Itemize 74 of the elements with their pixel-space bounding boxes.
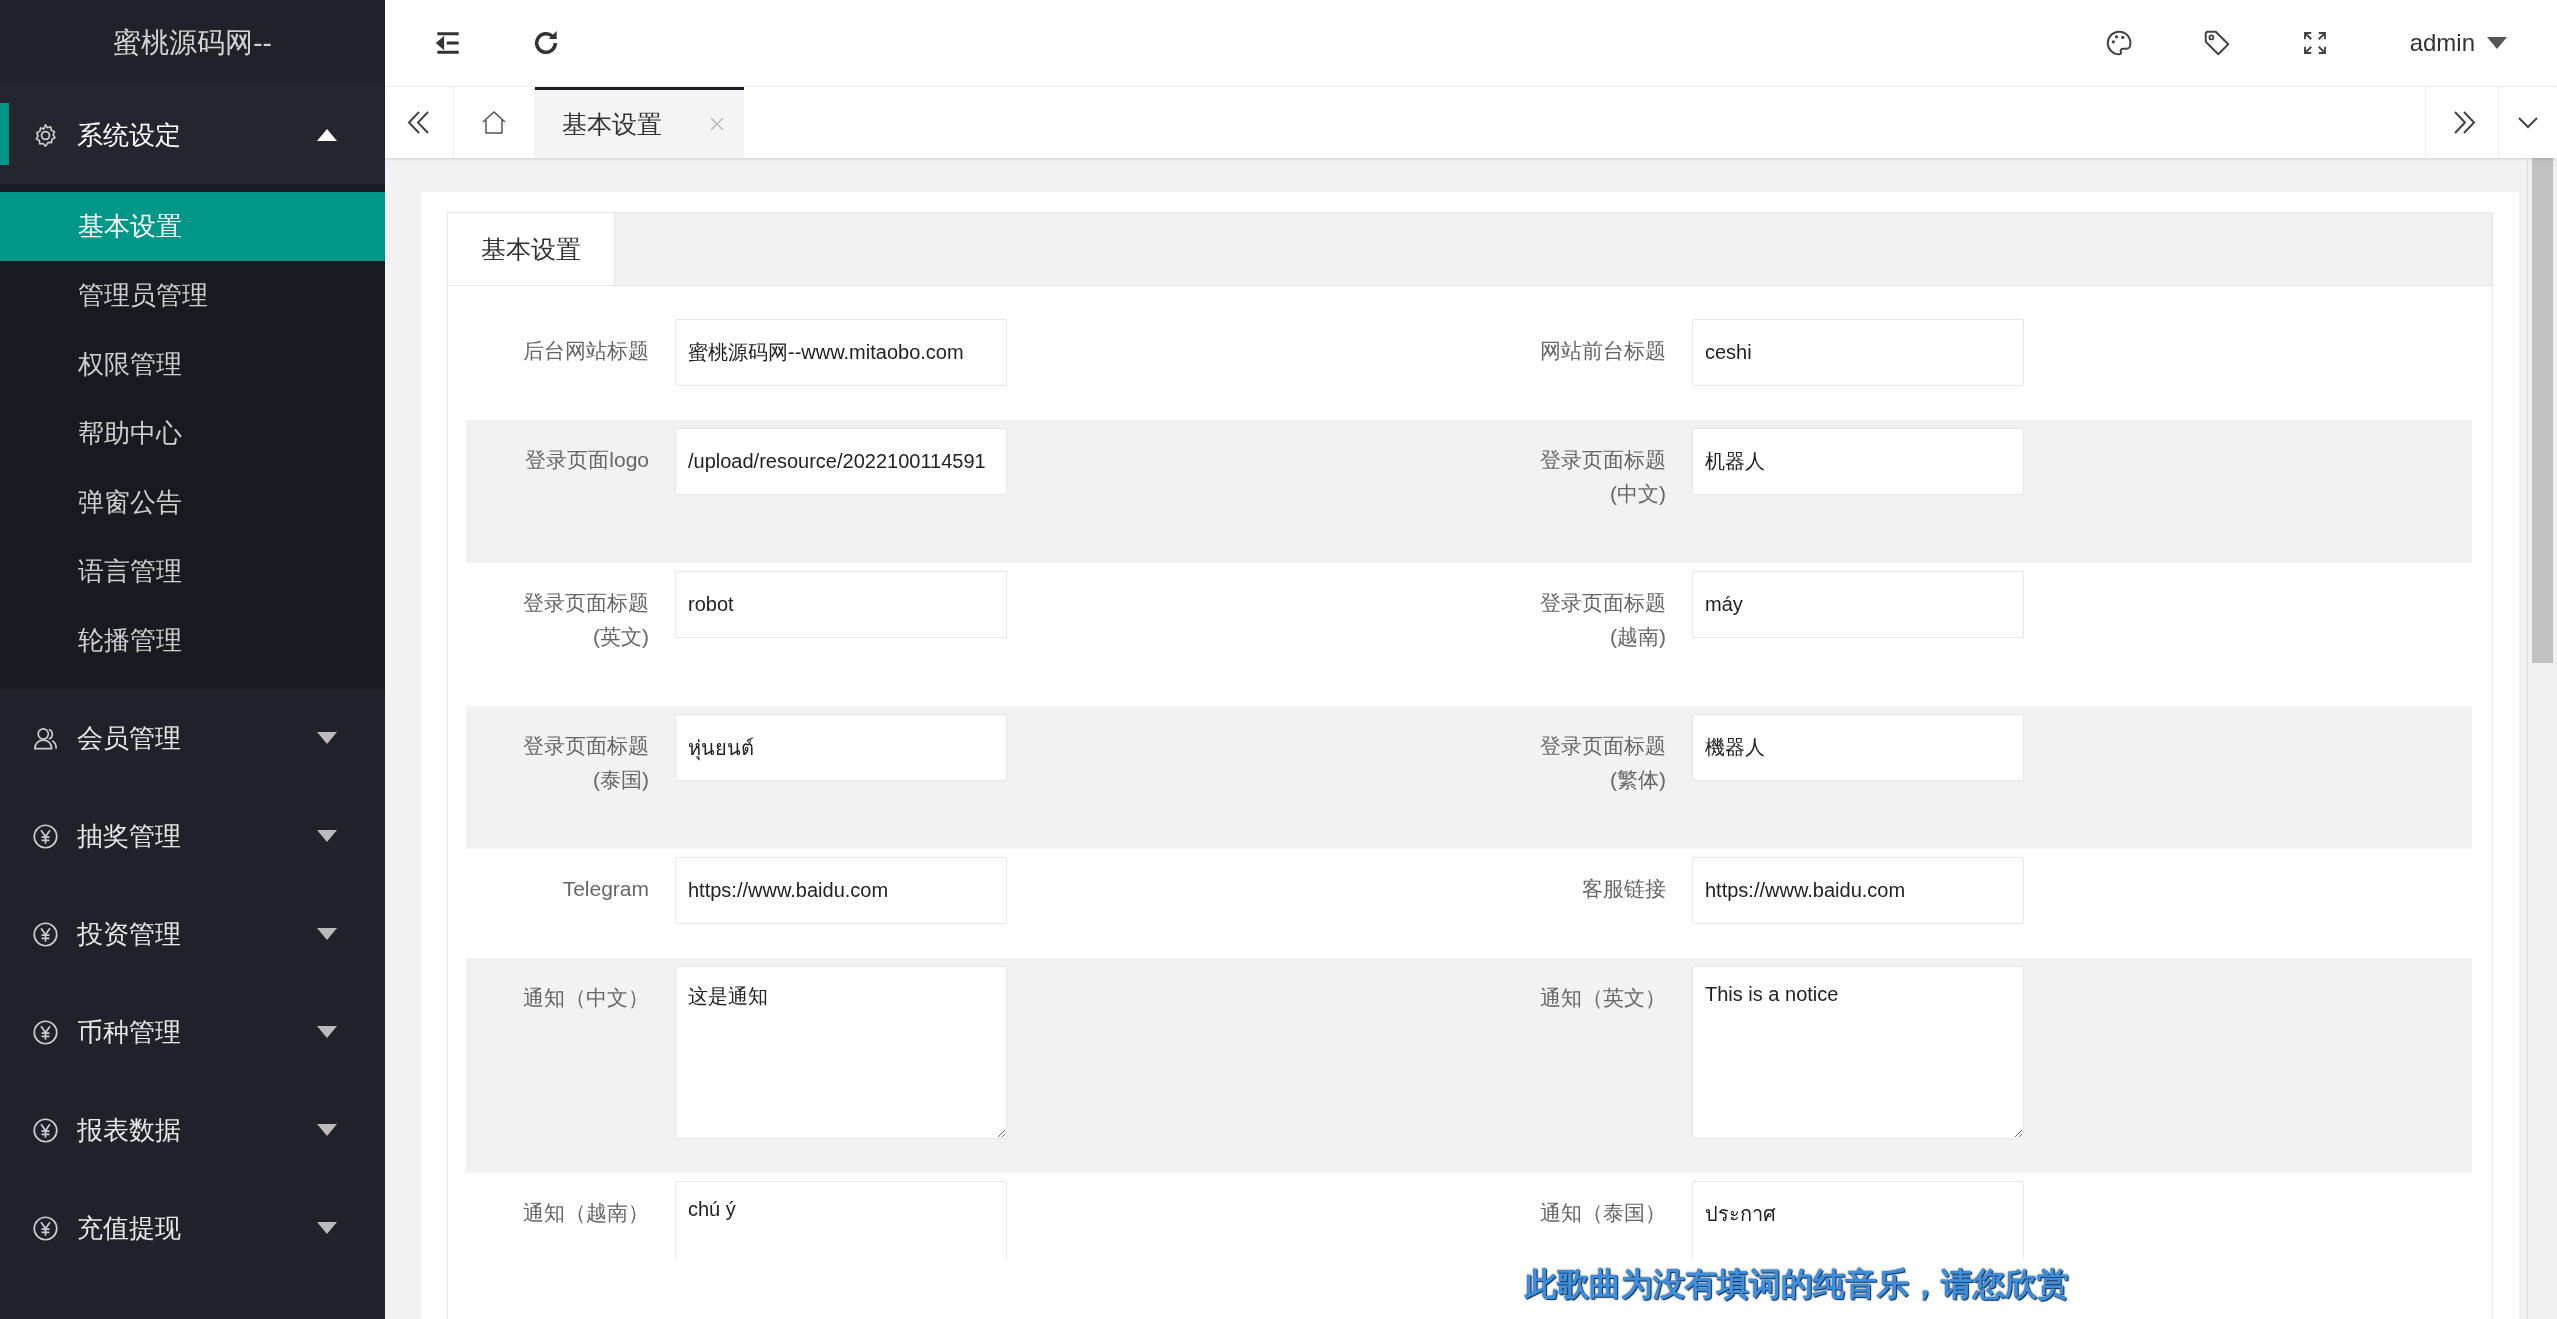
menu-item[interactable]: 帮助中心 xyxy=(0,399,385,468)
yen-icon xyxy=(32,1116,59,1144)
menu-item[interactable]: 语言管理 xyxy=(0,537,385,606)
field-label: 通知（中文） xyxy=(523,985,649,1011)
text-area[interactable]: chú ý xyxy=(675,1181,1007,1258)
caret-up-icon xyxy=(317,129,337,141)
field-label: 登录页面标题 xyxy=(1540,733,1666,759)
field-label-note: (英文) xyxy=(593,624,649,650)
caret-down-icon xyxy=(317,1124,337,1136)
field-label-note: (繁体) xyxy=(1610,767,1666,793)
menu-group[interactable]: 抽奖管理 xyxy=(0,787,385,885)
yen-icon xyxy=(32,920,59,948)
field-label: 网站前台标题 xyxy=(1540,338,1666,364)
menu-group[interactable]: 系统设定 xyxy=(0,86,385,184)
menu-group-label: 抽奖管理 xyxy=(77,819,182,853)
caret-down-icon xyxy=(317,830,337,842)
active-indicator xyxy=(0,103,9,165)
field-label-note: (越南) xyxy=(1610,624,1666,650)
menu-group-label: 会员管理 xyxy=(77,721,182,755)
text-field[interactable]: ceshi xyxy=(1692,319,2024,386)
text-area[interactable]: This is a notice xyxy=(1692,966,2024,1139)
field-label: 后台网站标题 xyxy=(523,338,649,364)
field-label: 登录页面标题 xyxy=(523,590,649,616)
yen-icon xyxy=(32,1214,59,1242)
caret-down-icon xyxy=(317,732,337,744)
panel-tab[interactable]: 基本设置 xyxy=(448,213,615,285)
field-label-note: (中文) xyxy=(1610,481,1666,507)
text-field[interactable]: https://www.baidu.com xyxy=(675,857,1007,924)
caret-down-icon xyxy=(317,928,337,940)
field-label: 通知（越南） xyxy=(523,1200,649,1226)
menu-group-label: 报表数据 xyxy=(77,1113,182,1147)
caret-down-icon xyxy=(317,1026,337,1038)
text-area[interactable]: ประกาศ xyxy=(1692,1181,2024,1258)
menu-group[interactable]: 投资管理 xyxy=(0,885,385,983)
text-field[interactable]: หุ่นยนต์ xyxy=(675,714,1007,781)
caret-down-icon xyxy=(317,1222,337,1234)
menu-group[interactable]: 会员管理 xyxy=(0,689,385,787)
menu-group-label: 币种管理 xyxy=(77,1015,182,1049)
desktop-lyrics: 此歌曲为没有填词的纯音乐，请您欣赏 xyxy=(1525,1265,2069,1304)
text-field[interactable]: 机器人 xyxy=(1692,428,2024,495)
menu-item[interactable]: 轮播管理 xyxy=(0,606,385,675)
menu-group-label: 系统设定 xyxy=(77,118,182,152)
tab-label: 基本设置 xyxy=(562,108,662,140)
menu-item[interactable]: 管理员管理 xyxy=(0,261,385,330)
field-label: 登录页面标题 xyxy=(1540,590,1666,616)
menu-item[interactable]: 基本设置 xyxy=(0,192,385,261)
field-label: Telegram xyxy=(562,876,649,902)
menu-group[interactable]: 充值提现 xyxy=(0,1179,385,1277)
yen-icon xyxy=(32,1018,59,1046)
yen-icon xyxy=(32,822,59,850)
text-field[interactable]: 蜜桃源码网--www.mitaobo.com xyxy=(675,319,1007,386)
menu-group-label: 充值提现 xyxy=(77,1211,182,1245)
field-label: 登录页面logo xyxy=(525,447,649,473)
text-field[interactable]: robot xyxy=(675,571,1007,638)
text-area[interactable]: 这是通知 xyxy=(675,966,1007,1139)
text-field[interactable]: máy xyxy=(1692,571,2024,638)
field-label: 登录页面标题 xyxy=(1540,447,1666,473)
menu-item[interactable]: 弹窗公告 xyxy=(0,468,385,537)
menu-item[interactable]: 权限管理 xyxy=(0,330,385,399)
field-label: 通知（泰国） xyxy=(1540,1200,1666,1226)
text-field[interactable]: 機器人 xyxy=(1692,714,2024,781)
menu-group-label: 投资管理 xyxy=(77,917,182,951)
field-label-note: (泰国) xyxy=(593,767,649,793)
field-label: 客服链接 xyxy=(1582,876,1666,902)
text-field[interactable]: https://www.baidu.com xyxy=(1692,857,2024,924)
field-label: 登录页面标题 xyxy=(523,733,649,759)
menu-group[interactable]: 币种管理 xyxy=(0,983,385,1081)
scrollbar-thumb[interactable] xyxy=(2532,158,2553,663)
user-menu[interactable]: admin xyxy=(2409,21,2507,65)
menu-group[interactable]: 报表数据 xyxy=(0,1081,385,1179)
text-field[interactable]: /upload/resource/2022100114591 xyxy=(675,428,1007,495)
field-label: 通知（英文） xyxy=(1540,985,1666,1011)
page-tab[interactable]: 基本设置 xyxy=(535,87,744,158)
caret-down-icon xyxy=(2487,37,2507,49)
